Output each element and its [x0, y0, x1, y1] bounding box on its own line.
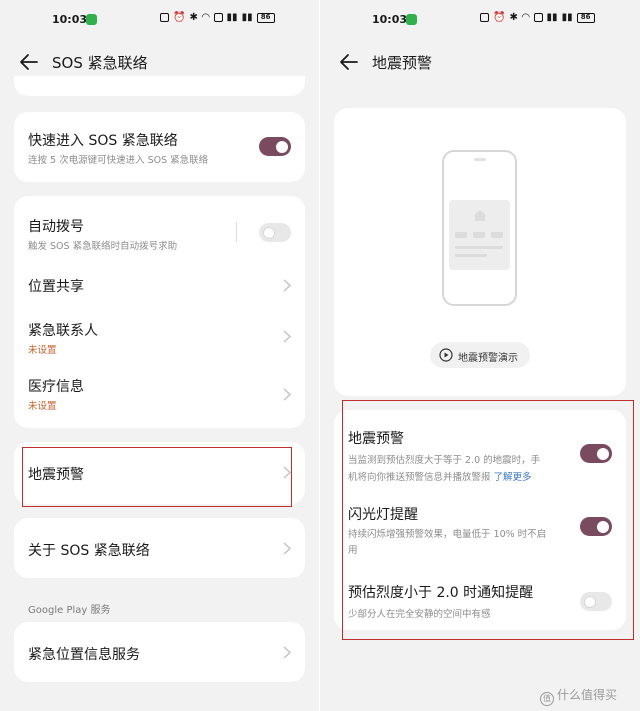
about-sos-title: 关于 SOS 紧急联络 — [28, 543, 150, 559]
hd-icon — [213, 13, 223, 22]
quick-sos-toggle[interactable] — [259, 137, 291, 156]
medical-info-status: 未设置 — [28, 401, 57, 412]
signal-icon: ▮▮ — [546, 12, 558, 23]
nfc-icon — [160, 13, 169, 22]
alarm-icon: ⏰ — [173, 12, 186, 23]
message-notification-icon — [406, 14, 417, 25]
previous-card — [14, 76, 305, 96]
nfc-icon — [480, 13, 489, 22]
location-share-row[interactable]: 位置共享 — [14, 258, 305, 310]
watermark: 值什么值得买 — [540, 686, 617, 706]
emergency-location-service-card[interactable]: 紧急位置信息服务 — [14, 622, 305, 682]
auto-dial-subtitle: 触发 SOS 紧急联络时自动拨号求助 — [28, 241, 178, 252]
battery-icon: 86 — [256, 12, 275, 23]
quick-sos-title: 快速进入 SOS 紧急联络 — [28, 133, 178, 149]
auto-dial-row[interactable]: 自动拨号 触发 SOS 紧急联络时自动拨号求助 — [14, 196, 305, 258]
wifi-icon: ◠ — [201, 12, 210, 23]
status-time: 10:03 — [52, 13, 88, 26]
highlight-annotation — [22, 447, 292, 507]
bluetooth-icon: ✱ — [189, 12, 198, 23]
back-arrow-icon[interactable] — [18, 52, 40, 72]
page-title: SOS 紧急联络 — [52, 54, 148, 72]
status-time: 10:03 — [372, 13, 408, 26]
about-sos-card[interactable]: 关于 SOS 紧急联络 — [14, 518, 305, 578]
wifi-icon: ◠ — [521, 12, 530, 23]
page-title: 地震预警 — [372, 54, 433, 72]
emergency-location-service-title: 紧急位置信息服务 — [28, 647, 140, 663]
auto-dial-title: 自动拨号 — [28, 219, 84, 235]
watermark-logo-icon: 值 — [540, 692, 554, 706]
status-icons: ⏰ ✱ ◠ ▮▮ ▮▮ 86 — [160, 12, 275, 23]
google-play-section-label: Google Play 服务 — [28, 605, 111, 616]
row-separator — [236, 222, 237, 242]
hd-icon — [533, 13, 543, 22]
alarm-icon: ⏰ — [493, 12, 506, 23]
status-icons: ⏰ ✱ ◠ ▮▮ ▮▮ 86 — [480, 12, 595, 23]
battery-icon: 86 — [576, 12, 595, 23]
chevron-right-icon — [283, 279, 291, 292]
play-icon — [439, 348, 453, 362]
bluetooth-icon: ✱ — [509, 12, 518, 23]
chevron-right-icon — [283, 388, 291, 401]
signal-icon-2: ▮▮ — [241, 12, 253, 23]
location-share-title: 位置共享 — [28, 279, 84, 295]
chevron-right-icon — [283, 542, 291, 555]
sos-settings-screen: 10:03 ⏰ ✱ ◠ ▮▮ ▮▮ 86 SOS 紧急联络 快速进入 SOS 紧… — [0, 0, 320, 711]
demo-illustration-card: 地震预警演示 — [334, 108, 626, 396]
auto-dial-toggle[interactable] — [259, 223, 291, 242]
highlight-annotation — [342, 400, 634, 640]
sos-options-card: 自动拨号 触发 SOS 紧急联络时自动拨号求助 位置共享 紧急联系人 未设置 医… — [14, 196, 305, 428]
medical-info-title: 医疗信息 — [28, 379, 84, 395]
message-notification-icon — [86, 14, 97, 25]
quick-sos-subtitle: 连按 5 次电源键可快速进入 SOS 紧急联络 — [28, 155, 209, 166]
emergency-contacts-status: 未设置 — [28, 345, 57, 356]
quick-sos-card[interactable]: 快速进入 SOS 紧急联络 连按 5 次电源键可快速进入 SOS 紧急联络 — [14, 112, 305, 182]
emergency-contacts-title: 紧急联系人 — [28, 323, 98, 339]
status-bar: 10:03 ⏰ ✱ ◠ ▮▮ ▮▮ 86 — [320, 0, 640, 40]
chevron-right-icon — [283, 646, 291, 659]
signal-icon: ▮▮ — [226, 12, 238, 23]
nav-bar: 地震预警 — [320, 40, 640, 84]
earthquake-demo-button[interactable]: 地震预警演示 — [430, 342, 530, 368]
earthquake-warning-screen: 10:03 ⏰ ✱ ◠ ▮▮ ▮▮ 86 地震预警 地震预警演示 地震预警 当监… — [320, 0, 640, 711]
emergency-contacts-row[interactable]: 紧急联系人 未设置 — [14, 310, 305, 368]
back-arrow-icon[interactable] — [338, 52, 360, 72]
signal-icon-2: ▮▮ — [561, 12, 573, 23]
phone-illustration — [442, 150, 517, 306]
chevron-right-icon — [283, 330, 291, 343]
phone-screen-illustration — [449, 200, 510, 270]
status-bar: 10:03 ⏰ ✱ ◠ ▮▮ ▮▮ 86 — [0, 0, 320, 40]
medical-info-row[interactable]: 医疗信息 未设置 — [14, 368, 305, 428]
earthquake-demo-label: 地震预警演示 — [458, 353, 518, 364]
